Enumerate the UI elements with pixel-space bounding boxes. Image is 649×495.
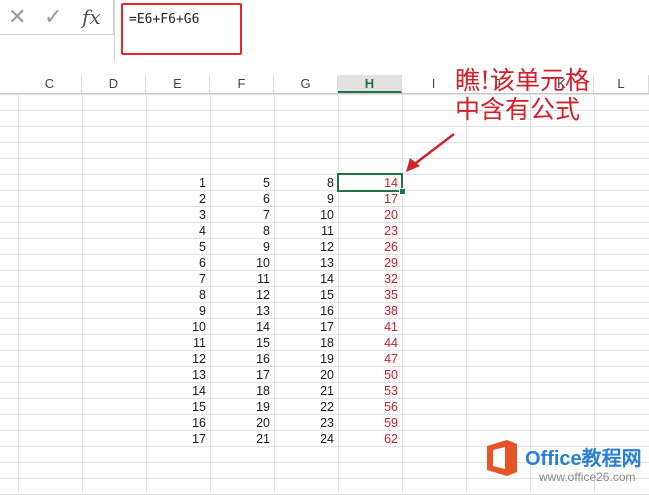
annotation-arrow-icon [406, 133, 455, 172]
cell-g-16[interactable]: 18 [274, 335, 338, 351]
cell-f-20[interactable]: 19 [210, 399, 274, 415]
cell-f-14[interactable]: 13 [210, 303, 274, 319]
annotation-line-2: 中含有公式 [455, 95, 581, 124]
cell-h-16[interactable]: 44 [338, 335, 402, 351]
cell-e-13[interactable]: 8 [146, 287, 210, 303]
cell-f-15[interactable]: 14 [210, 319, 274, 335]
cell-h-18[interactable]: 50 [338, 367, 402, 383]
cell-f-18[interactable]: 17 [210, 367, 274, 383]
grid-vline [82, 94, 83, 493]
active-cell-h6[interactable] [337, 173, 403, 192]
cell-e-7[interactable]: 2 [146, 191, 210, 207]
cell-h-10[interactable]: 26 [338, 239, 402, 255]
cell-g-14[interactable]: 16 [274, 303, 338, 319]
insert-function-icon[interactable]: fx [82, 2, 101, 32]
cell-e-14[interactable]: 9 [146, 303, 210, 319]
watermark: Office教程网 www.office26.com [483, 436, 649, 493]
cell-f-8[interactable]: 7 [210, 207, 274, 223]
cell-e-8[interactable]: 3 [146, 207, 210, 223]
cell-h-15[interactable]: 41 [338, 319, 402, 335]
cell-e-20[interactable]: 15 [146, 399, 210, 415]
cell-h-14[interactable]: 38 [338, 303, 402, 319]
cell-g-18[interactable]: 20 [274, 367, 338, 383]
cell-e-12[interactable]: 7 [146, 271, 210, 287]
cell-g-15[interactable]: 17 [274, 319, 338, 335]
cell-h-11[interactable]: 29 [338, 255, 402, 271]
cell-h-19[interactable]: 53 [338, 383, 402, 399]
column-header-l[interactable]: L [594, 75, 649, 93]
worksheet-grid[interactable]: 1 5 8 14 2 6 9 17 3 7 10 20 4 8 11 23 5 9 12 26 6 10 13 29 7 11 14… [0, 94, 649, 495]
cell-e-10[interactable]: 5 [146, 239, 210, 255]
fill-handle[interactable] [399, 188, 406, 195]
cell-e-15[interactable]: 10 [146, 319, 210, 335]
office-logo-icon [487, 440, 517, 476]
cell-g-19[interactable]: 21 [274, 383, 338, 399]
cell-f-10[interactable]: 9 [210, 239, 274, 255]
cell-e-6[interactable]: 1 [146, 175, 210, 191]
cell-g-10[interactable]: 12 [274, 239, 338, 255]
formula-bar: ✕ ✓ fx =E6+F6+G6 [0, 0, 649, 62]
cell-f-11[interactable]: 10 [210, 255, 274, 271]
cell-h-20[interactable]: 56 [338, 399, 402, 415]
cell-e-22[interactable]: 17 [146, 431, 210, 447]
annotation-line-1: 瞧!该单元格 [455, 66, 591, 95]
column-header-h[interactable]: H [338, 75, 402, 93]
grid-vline [18, 94, 19, 493]
cell-g-22[interactable]: 24 [274, 431, 338, 447]
cell-e-9[interactable]: 4 [146, 223, 210, 239]
cell-h-13[interactable]: 35 [338, 287, 402, 303]
cell-f-12[interactable]: 11 [210, 271, 274, 287]
cell-f-7[interactable]: 6 [210, 191, 274, 207]
column-header-c[interactable]: C [18, 75, 82, 93]
cell-h-7[interactable]: 17 [338, 191, 402, 207]
cell-e-11[interactable]: 6 [146, 255, 210, 271]
cell-h-8[interactable]: 20 [338, 207, 402, 223]
cell-g-20[interactable]: 22 [274, 399, 338, 415]
cell-g-7[interactable]: 9 [274, 191, 338, 207]
cell-e-21[interactable]: 16 [146, 415, 210, 431]
grid-vline [466, 94, 467, 493]
cell-h-9[interactable]: 23 [338, 223, 402, 239]
cell-g-11[interactable]: 13 [274, 255, 338, 271]
annotation-text: 瞧!该单元格 中含有公式 [455, 66, 590, 124]
cell-h-12[interactable]: 32 [338, 271, 402, 287]
cell-g-8[interactable]: 10 [274, 207, 338, 223]
cell-f-13[interactable]: 12 [210, 287, 274, 303]
grid-hline [0, 126, 649, 127]
cell-h-22[interactable]: 62 [338, 431, 402, 447]
cell-e-18[interactable]: 13 [146, 367, 210, 383]
column-header-e[interactable]: E [146, 75, 210, 93]
cell-f-19[interactable]: 18 [210, 383, 274, 399]
watermark-text: Office教程网 [525, 448, 642, 470]
column-header-f[interactable]: F [210, 75, 274, 93]
cell-g-17[interactable]: 19 [274, 351, 338, 367]
watermark-url: www.office26.com [539, 470, 636, 484]
column-header-g[interactable]: G [274, 75, 338, 93]
cell-h-21[interactable]: 59 [338, 415, 402, 431]
grid-hline [0, 142, 649, 143]
cell-g-6[interactable]: 8 [274, 175, 338, 191]
cell-f-9[interactable]: 8 [210, 223, 274, 239]
cell-g-12[interactable]: 14 [274, 271, 338, 287]
cell-g-9[interactable]: 11 [274, 223, 338, 239]
cell-e-16[interactable]: 11 [146, 335, 210, 351]
cancel-icon[interactable]: ✕ [8, 2, 26, 32]
cell-f-17[interactable]: 16 [210, 351, 274, 367]
cell-g-13[interactable]: 15 [274, 287, 338, 303]
column-header-d[interactable]: D [82, 75, 146, 93]
enter-icon[interactable]: ✓ [44, 2, 62, 32]
cell-e-17[interactable]: 12 [146, 351, 210, 367]
cell-f-21[interactable]: 20 [210, 415, 274, 431]
cell-g-21[interactable]: 23 [274, 415, 338, 431]
grid-vline [594, 94, 595, 493]
cell-e-19[interactable]: 14 [146, 383, 210, 399]
grid-hline [0, 158, 649, 159]
cell-f-6[interactable]: 5 [210, 175, 274, 191]
cell-h-17[interactable]: 47 [338, 351, 402, 367]
grid-vline [530, 94, 531, 493]
formula-highlight-box [121, 3, 242, 55]
cell-f-16[interactable]: 15 [210, 335, 274, 351]
cell-f-22[interactable]: 21 [210, 431, 274, 447]
formula-bar-buttons: ✕ ✓ fx [0, 0, 114, 35]
